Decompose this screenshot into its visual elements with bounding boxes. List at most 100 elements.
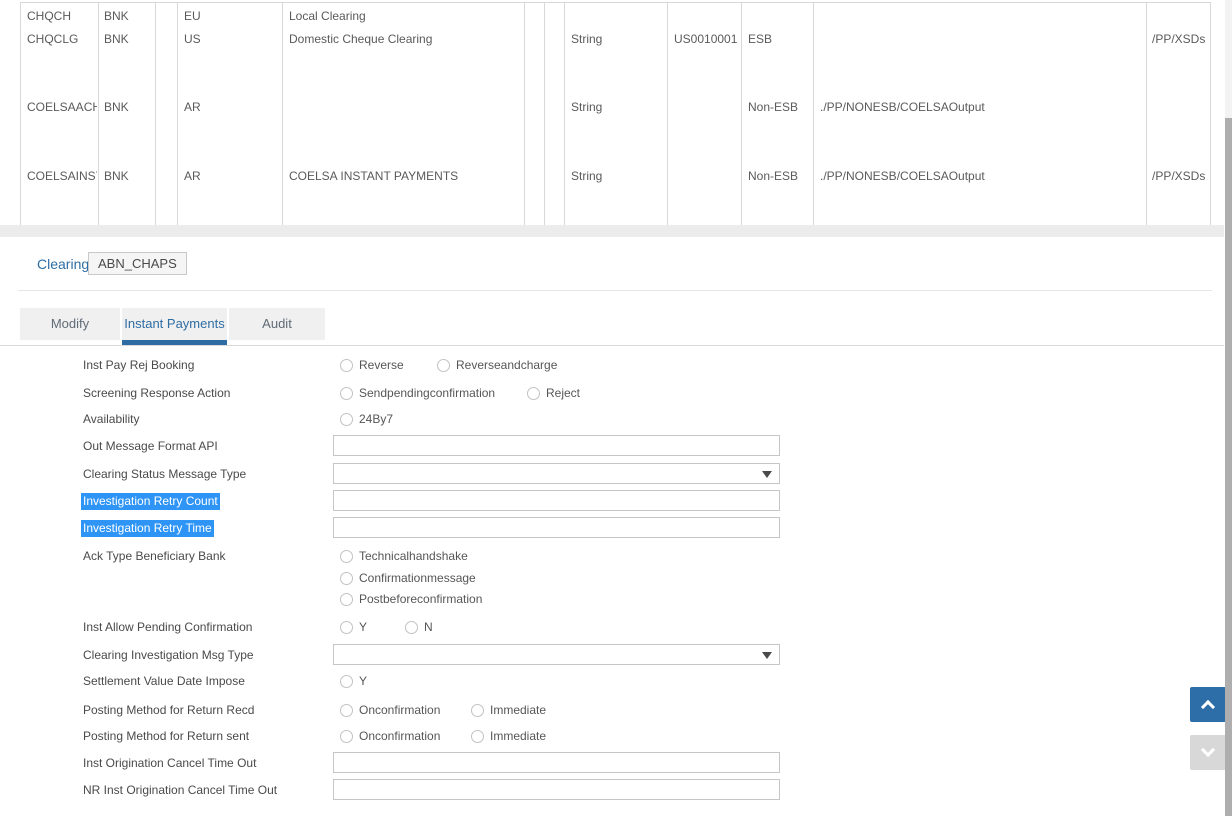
cell-data-type: String xyxy=(571,32,602,47)
input-nr-inst-origination-cancel-timeout[interactable] xyxy=(333,779,780,800)
field-label-investigation-retry-count: Investigation Retry Count xyxy=(83,492,220,510)
radio-postbeforeconfirmation[interactable]: Postbeforeconfirmation xyxy=(340,590,482,608)
chevron-down-icon xyxy=(1201,743,1215,757)
cell-description: COELSA INSTANT PAYMENTS xyxy=(289,169,458,184)
cell-country: US xyxy=(184,32,201,47)
cell-bank: BNK xyxy=(104,32,129,47)
table-row[interactable]: COELSAINST BNK AR COELSA INSTANT PAYMENT… xyxy=(20,169,1210,185)
radio-circle-icon xyxy=(340,621,353,634)
radio-circle-icon xyxy=(437,359,450,372)
field-label-inst-pay-rej-booking: Inst Pay Rej Booking xyxy=(83,356,194,374)
tab-instant-payments[interactable]: Instant Payments xyxy=(122,308,227,340)
radio-label: Sendpendingconfirmation xyxy=(359,384,495,402)
radio-circle-icon xyxy=(340,550,353,563)
radio-label: Reverseandcharge xyxy=(456,356,557,374)
radio-settlement-y[interactable]: Y xyxy=(340,672,367,690)
table-bottom-strip xyxy=(0,225,1224,237)
radio-circle-icon xyxy=(340,730,353,743)
radio-24by7[interactable]: 24By7 xyxy=(340,410,393,428)
table-row[interactable]: COELSAACH BNK AR String Non-ESB ./PP/NON… xyxy=(20,100,1210,116)
cell-data-type: String xyxy=(571,169,602,184)
radio-label: Onconfirmation xyxy=(359,727,440,745)
field-label-out-message-format-api: Out Message Format API xyxy=(83,437,218,455)
tab-audit[interactable]: Audit xyxy=(229,308,325,340)
cell-bank: BNK xyxy=(104,9,129,24)
column-divider xyxy=(1210,2,1211,225)
field-label-ack-type-beneficiary-bank: Ack Type Beneficiary Bank xyxy=(83,547,226,565)
radio-recd-immediate[interactable]: Immediate xyxy=(471,701,546,719)
select-clearing-investigation-msg-type[interactable] xyxy=(333,644,780,665)
clearing-code-chip: ABN_CHAPS xyxy=(88,252,187,275)
cell-description: Domestic Cheque Clearing xyxy=(289,32,432,47)
cell-country: AR xyxy=(184,100,201,115)
radio-technicalhandshake[interactable]: Technicalhandshake xyxy=(340,547,468,565)
radio-sent-onconfirmation[interactable]: Onconfirmation xyxy=(340,727,440,745)
chevron-down-icon xyxy=(762,652,772,659)
radio-sent-immediate[interactable]: Immediate xyxy=(471,727,546,745)
radio-circle-icon xyxy=(405,621,418,634)
field-label-clearing-status-message-type: Clearing Status Message Type xyxy=(83,465,246,483)
scroll-up-button[interactable] xyxy=(1190,687,1226,722)
cell-code: CHQCH xyxy=(27,9,97,24)
radio-label: Technicalhandshake xyxy=(359,547,468,565)
field-label-settlement-value-date-impose: Settlement Value Date Impose xyxy=(83,672,245,690)
cell-data-type: String xyxy=(571,100,602,115)
radio-label: Immediate xyxy=(490,727,546,745)
table-row[interactable]: CHQCLG BNK US Domestic Cheque Clearing S… xyxy=(20,32,1210,48)
radio-label: Y xyxy=(359,672,367,690)
radio-circle-icon xyxy=(340,704,353,717)
radio-circle-icon xyxy=(471,730,484,743)
scrollbar-thumb[interactable] xyxy=(1225,118,1232,816)
radio-circle-icon xyxy=(340,572,353,585)
radio-circle-icon xyxy=(471,704,484,717)
field-label-inst-origination-cancel-timeout: Inst Origination Cancel Time Out xyxy=(83,754,256,772)
radio-label: N xyxy=(424,618,433,636)
radio-label: Confirmationmessage xyxy=(359,569,476,587)
selected-text-highlight: Investigation Retry Time xyxy=(81,520,214,537)
cell-description: Local Clearing xyxy=(289,9,366,24)
radio-reverseandcharge[interactable]: Reverseandcharge xyxy=(437,356,557,374)
radio-circle-icon xyxy=(340,413,353,426)
radio-sendpendingconfirmation[interactable]: Sendpendingconfirmation xyxy=(340,384,495,402)
input-investigation-retry-count[interactable] xyxy=(333,490,780,511)
field-label-clearing-investigation-msg-type: Clearing Investigation Msg Type xyxy=(83,646,254,664)
radio-circle-icon xyxy=(340,359,353,372)
radio-confirmationmessage[interactable]: Confirmationmessage xyxy=(340,569,476,587)
field-label-posting-method-return-sent: Posting Method for Return sent xyxy=(83,727,249,745)
select-clearing-status-message-type[interactable] xyxy=(333,463,780,484)
scroll-down-button[interactable] xyxy=(1190,735,1226,770)
selected-text-highlight: Investigation Retry Count xyxy=(81,493,220,510)
tab-modify[interactable]: Modify xyxy=(20,308,120,340)
cell-esb-type: Non-ESB xyxy=(748,169,798,184)
cell-bank: BNK xyxy=(104,169,129,184)
input-out-message-format-api[interactable] xyxy=(333,435,780,456)
field-label-screening-response-action: Screening Response Action xyxy=(83,384,230,402)
radio-circle-icon xyxy=(340,675,353,688)
radio-reject[interactable]: Reject xyxy=(527,384,580,402)
field-label-inst-allow-pending-confirmation: Inst Allow Pending Confirmation xyxy=(83,618,252,636)
cell-esb-type: Non-ESB xyxy=(748,100,798,115)
field-label-posting-method-return-recd: Posting Method for Return Recd xyxy=(83,701,254,719)
radio-reverse[interactable]: Reverse xyxy=(340,356,404,374)
tabs-divider xyxy=(0,345,1224,346)
radio-label: Reject xyxy=(546,384,580,402)
radio-label: Y xyxy=(359,618,367,636)
radio-pending-y[interactable]: Y xyxy=(340,618,367,636)
clearing-config-page: CHQCH BNK EU Local Clearing CHQCLG BNK U… xyxy=(0,0,1232,816)
radio-pending-n[interactable]: N xyxy=(405,618,433,636)
input-inst-origination-cancel-timeout[interactable] xyxy=(333,752,780,773)
radio-recd-onconfirmation[interactable]: Onconfirmation xyxy=(340,701,440,719)
cell-network-code: US0010001 xyxy=(674,32,737,47)
input-investigation-retry-time[interactable] xyxy=(333,517,780,538)
cell-esb-type: ESB xyxy=(748,32,772,47)
radio-circle-icon xyxy=(527,387,540,400)
cell-output-path: ./PP/NONESB/COELSAOutput xyxy=(820,100,985,115)
cell-country: EU xyxy=(184,9,201,24)
radio-label: 24By7 xyxy=(359,410,393,428)
field-label-investigation-retry-time: Investigation Retry Time xyxy=(83,519,214,537)
table-row[interactable]: CHQCH BNK EU Local Clearing xyxy=(20,9,1210,25)
cell-xsd-path: /PP/XSDs xyxy=(1152,169,1205,184)
cell-code: CHQCLG xyxy=(27,32,97,47)
cell-xsd-path: /PP/XSDs xyxy=(1152,32,1205,47)
table-top-border xyxy=(20,2,1210,3)
